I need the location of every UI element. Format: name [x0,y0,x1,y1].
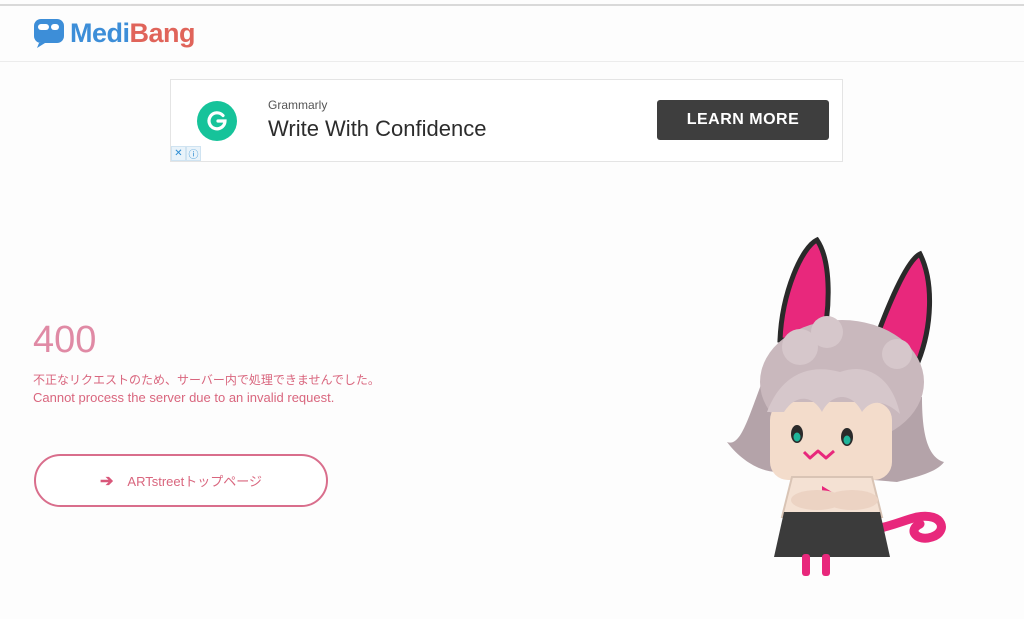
medibang-logo[interactable]: MediBang [33,16,196,50]
error-code: 400 [33,319,97,361]
grammarly-logo-icon[interactable] [197,101,237,141]
site-header: MediBang [0,6,1024,62]
error-message-ja: 不正なリクエストのため、サーバー内で処理できませんでした。 [33,373,380,387]
medibang-logo-icon [34,19,64,48]
artstreet-top-page-label: ARTstreetトップページ [127,474,262,489]
ad-banner: Grammarly Write With Confidence LEARN MO… [170,79,843,162]
ad-brand-name: Grammarly [268,98,328,112]
learn-more-button[interactable]: LEARN MORE [657,100,829,140]
ad-info-icon[interactable]: ⓘ [186,146,201,161]
artstreet-top-page-button[interactable]: ➔ ARTstreetトップページ [34,454,328,507]
ad-headline[interactable]: Write With Confidence [268,116,486,142]
logo-medi: Medi [70,17,130,48]
ad-choices: ✕ ⓘ [171,146,201,161]
arrow-right-icon: ➔ [100,472,114,490]
ad-close-icon[interactable]: ✕ [171,146,186,161]
logo-bang: Bang [129,17,196,48]
logo-wordmark: MediBang [70,17,196,49]
mascot-illustration [727,236,946,576]
grammarly-g-icon [207,111,227,131]
error-message-en: Cannot process the server due to an inva… [33,390,335,405]
